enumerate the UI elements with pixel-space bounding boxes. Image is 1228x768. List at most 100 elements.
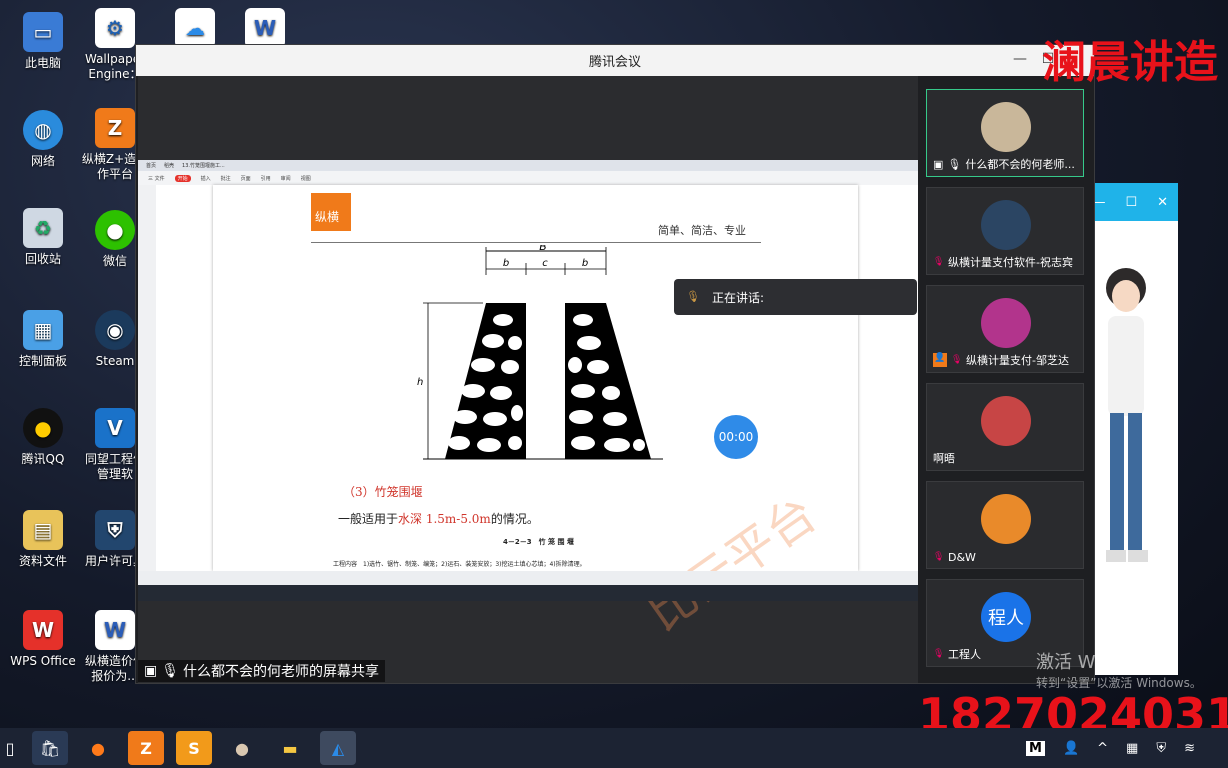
speaking-label: 正在讲话: <box>712 290 765 305</box>
left-cage-block <box>445 303 526 459</box>
wps-icon: W <box>23 610 63 650</box>
desktop-icon-this-pc[interactable]: ▭ 此电脑 <box>8 12 78 71</box>
wps-menu-review[interactable]: 审阅 <box>281 175 291 182</box>
participant-card[interactable]: 👤 🎙 纵横计量支付-邹芝达 <box>926 285 1084 373</box>
microphone-icon: 🎙 <box>161 663 180 679</box>
participant-name-row: ▣ 🎙 什么都不会的何老师... <box>933 156 1075 172</box>
word-doc-icon: W <box>95 610 135 650</box>
body-paragraph: 一般适用于水深 1.5m-5.0m的情况。 <box>338 510 539 527</box>
participant-name-row: 🎙 工程人 <box>933 646 981 662</box>
desktop-icon-files[interactable]: ▤ 资料文件 <box>8 510 78 569</box>
body-prefix: 一般适用于 <box>338 512 399 526</box>
wifi-icon[interactable]: ≋ <box>1184 741 1195 756</box>
zongheng-logo: 纵横 <box>311 193 351 231</box>
side-window-titlebar: — ☐ ✕ <box>1092 183 1178 221</box>
participant-card[interactable]: 啊晤 <box>926 383 1084 471</box>
windows-taskbar: ▯ 🛍 ● Z S ● ▬ ◭ M 👤 ^ ▦ ⛨ ≋ <box>0 728 1228 768</box>
taskbar-firefox-icon[interactable]: ● <box>80 731 116 765</box>
speaking-indicator: 🎙 正在讲话: <box>674 279 917 315</box>
body-suffix: 的情况。 <box>490 512 539 526</box>
wps-tab-home[interactable]: 首页 <box>146 162 156 169</box>
meeting-title-bar: 腾讯会议 — ☐ <box>136 45 1094 76</box>
desktop-icon-control-panel[interactable]: ▦ 控制面板 <box>8 310 78 369</box>
maximize-icon[interactable]: ☐ <box>1125 195 1137 210</box>
desktop-icon-network[interactable]: ◍ 网络 <box>8 110 78 169</box>
people-icon[interactable]: 👤 <box>1063 741 1079 756</box>
share-status-text: 什么都不会的何老师的屏幕共享 <box>183 664 380 680</box>
participant-name: D&W <box>948 551 976 564</box>
wps-tab-document[interactable]: 13.竹笼围堰施工... <box>182 162 225 169</box>
participant-card[interactable]: 🎙 D&W <box>926 481 1084 569</box>
wps-tab-bar: 首页 稻壳 13.竹笼围堰施工... <box>138 160 918 171</box>
meeting-title: 腾讯会议 <box>588 55 641 70</box>
wechat-icon: ● <box>95 210 135 250</box>
microphone-muted-icon: 🎙 <box>933 256 945 267</box>
wallpaper-engine-icon: ⚙ <box>95 8 135 48</box>
taskbar-explorer-icon[interactable]: ▬ <box>272 731 308 765</box>
tray-m-icon[interactable]: M <box>1026 740 1045 756</box>
steam-icon: ◉ <box>95 310 135 350</box>
activate-windows-title: 激活 Windows <box>1036 652 1159 673</box>
participant-name: 纵横计量支付软件-祝志宾 <box>948 256 1073 269</box>
wps-menu-view[interactable]: 视图 <box>301 175 311 182</box>
microphone-icon: 🎙 <box>686 290 700 303</box>
control-panel-icon: ▦ <box>23 310 63 350</box>
taskbar-store-icon[interactable]: 🛍 <box>32 731 68 765</box>
label-b-left: b <box>503 258 509 269</box>
section-title: （3）竹笼围堰 <box>343 485 423 499</box>
screen-share-area: 首页 稻壳 13.竹笼围堰施工... 三 文件 开始 插入 批注 页面 引用 审… <box>138 76 918 683</box>
participant-card[interactable]: ▣ 🎙 什么都不会的何老师... <box>926 89 1084 177</box>
header-divider <box>311 242 761 243</box>
wps-ribbon: 三 文件 开始 插入 批注 页面 引用 审阅 视图 <box>138 171 918 185</box>
minimize-button[interactable]: — <box>1010 49 1030 69</box>
desktop-icon-wps[interactable]: W WPS Office <box>8 610 78 669</box>
microphone-icon: 🎙 <box>947 157 962 171</box>
wps-menu-comment[interactable]: 批注 <box>221 175 231 182</box>
label-c: c <box>542 258 548 269</box>
participant-name-row: 啊晤 <box>933 450 955 466</box>
wps-tab-docer[interactable]: 稻壳 <box>164 162 174 169</box>
taskbar-sublime-icon[interactable]: S <box>176 731 212 765</box>
screen-share-icon: ▣ <box>144 663 158 679</box>
taskbar-zongheng-icon[interactable]: Z <box>128 731 164 765</box>
desktop-icon-qq[interactable]: ● 腾讯QQ <box>8 408 78 467</box>
wps-menu-insert[interactable]: 插入 <box>201 175 211 182</box>
body-highlight: 水深 1.5m-5.0m <box>398 512 491 526</box>
recording-timer[interactable]: 00:00 <box>714 415 758 459</box>
wps-menu-file[interactable]: 三 文件 <box>148 175 165 182</box>
taskbar-avatar-app-icon[interactable]: ● <box>224 731 260 765</box>
participant-card[interactable]: 🎙 纵横计量支付软件-祝志宾 <box>926 187 1084 275</box>
avatar <box>981 298 1031 348</box>
wps-menu-reference[interactable]: 引用 <box>261 175 271 182</box>
shared-wps-window: 首页 稻壳 13.竹笼围堰施工... 三 文件 开始 插入 批注 页面 引用 审… <box>138 160 918 642</box>
wps-menu-start[interactable]: 开始 <box>174 174 191 182</box>
document-page: 纵横 简单、简洁、专业 B b c b h （3）竹笼围堰 一般适用于水深 1.… <box>213 185 858 642</box>
avatar: 程人 <box>981 592 1031 642</box>
wps-menu-page[interactable]: 页面 <box>241 175 251 182</box>
participant-name-row: 🎙 D&W <box>933 551 976 564</box>
chevron-up-icon[interactable]: ^ <box>1097 741 1108 756</box>
word-doc-icon: W <box>245 8 285 48</box>
screen-share-icon: ▣ <box>933 157 944 171</box>
avatar <box>981 494 1031 544</box>
screen-share-status: ▣ 🎙 什么都不会的何老师的屏幕共享 <box>138 660 386 682</box>
label-b-right: b <box>582 258 588 269</box>
security-tray-icon[interactable]: ⛨ <box>1156 741 1166 756</box>
bamboo-cage-cofferdam-diagram: B b c b h <box>417 245 663 460</box>
anime-character-figure <box>1106 268 1148 562</box>
table-title: 4－2－3 竹 笼 围 堰 <box>503 538 574 546</box>
network-tray-icon[interactable]: ▦ <box>1126 741 1138 756</box>
qq-penguin-icon: ● <box>23 408 63 448</box>
work-content-line: 工程内容 1)选竹、锯竹、制笼、编笼；2)运石、装笼安放；3)挖运土填心芯填；4… <box>333 561 586 568</box>
tongwang-icon: V <box>95 408 135 448</box>
system-tray: M 👤 ^ ▦ ⛨ ≋ <box>1026 728 1195 768</box>
participant-name-row: 🎙 纵横计量支付软件-祝志宾 <box>933 254 1073 270</box>
desktop-icon-recycle-bin[interactable]: ♻ 回收站 <box>8 208 78 267</box>
task-view-button[interactable]: ▯ <box>0 731 20 765</box>
user-icon: 👤 <box>933 353 947 367</box>
avatar <box>981 396 1031 446</box>
close-icon[interactable]: ✕ <box>1157 195 1168 210</box>
participant-name: 工程人 <box>948 648 981 661</box>
brand-overlay-text: 澜晨讲造 <box>1042 37 1218 88</box>
taskbar-tencent-meeting-icon[interactable]: ◭ <box>320 731 356 765</box>
